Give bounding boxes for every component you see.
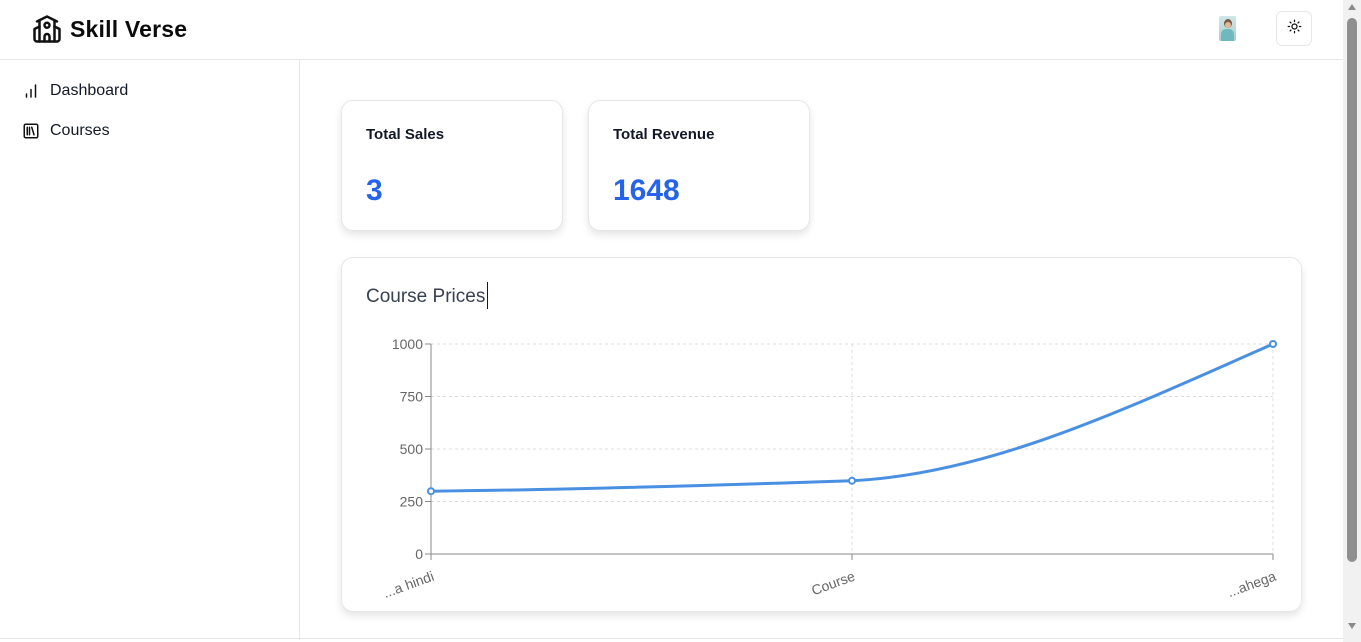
y-tick-label: 250 <box>400 494 424 510</box>
total-sales-card: Total Sales 3 <box>341 100 563 231</box>
stat-value: 3 <box>366 174 383 207</box>
user-avatar[interactable] <box>1219 16 1236 41</box>
scroll-down-arrow-icon[interactable] <box>1348 623 1356 629</box>
vertical-scrollbar[interactable] <box>1343 0 1361 642</box>
stat-title: Total Revenue <box>613 126 715 143</box>
data-point <box>427 487 435 496</box>
y-tick-label: 0 <box>415 546 423 562</box>
brand[interactable]: Skill Verse <box>32 14 187 44</box>
x-tick-label: Course <box>809 568 857 599</box>
sidebar: Dashboard Courses <box>0 60 300 640</box>
course-prices-chart: 0 250 500 750 1000 ...a hindi Course ...ahega <box>381 336 1278 601</box>
sidebar-item-courses[interactable]: Courses <box>22 122 110 140</box>
sidebar-item-dashboard[interactable]: Dashboard <box>22 82 128 100</box>
brand-title: Skill Verse <box>70 15 188 42</box>
sun-icon <box>1287 19 1302 39</box>
bar-chart-icon <box>22 82 40 100</box>
x-tick-label: ...a hindi <box>381 568 436 601</box>
theme-toggle-button[interactable] <box>1276 11 1312 46</box>
total-revenue-card: Total Revenue 1648 <box>588 100 810 231</box>
stat-value: 1648 <box>613 174 680 207</box>
y-tick-label: 500 <box>400 441 424 457</box>
course-prices-card: Course Prices 0 250 500 750 1000 ...a hindi Co… <box>341 257 1302 612</box>
data-point <box>1269 340 1277 348</box>
sidebar-item-label: Courses <box>50 122 110 139</box>
scroll-thumb[interactable] <box>1347 18 1357 562</box>
y-tick-label: 1000 <box>392 336 423 352</box>
y-tick-label: 750 <box>400 389 424 405</box>
scroll-up-arrow-icon[interactable] <box>1348 4 1356 10</box>
data-point <box>848 476 856 485</box>
stat-title: Total Sales <box>366 126 445 143</box>
sidebar-item-label: Dashboard <box>50 82 129 99</box>
library-icon <box>22 122 40 140</box>
footer-divider <box>0 638 1343 639</box>
x-tick-label: ...ahega <box>1225 568 1278 600</box>
school-icon <box>32 14 62 44</box>
top-header: Skill Verse <box>0 0 1343 60</box>
